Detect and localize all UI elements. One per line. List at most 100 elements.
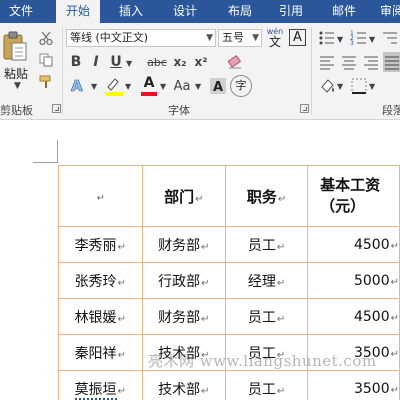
tab-home[interactable]: 开始 bbox=[56, 0, 100, 23]
paragraph-mark-icon: ↵ bbox=[277, 193, 287, 205]
table-cell[interactable]: 技术部↵ bbox=[141, 370, 227, 400]
text-effects-icon[interactable]: A bbox=[68, 76, 90, 96]
table-cell[interactable]: 4500↵ bbox=[307, 298, 400, 335]
employee-name: 张秀玲 bbox=[74, 273, 117, 290]
superscript-button[interactable]: x² bbox=[192, 53, 210, 71]
site-watermark: 亮术网 www.liangshunet.com bbox=[148, 352, 377, 370]
align-left-icon[interactable] bbox=[318, 53, 336, 71]
highlight-color-icon[interactable] bbox=[103, 75, 125, 97]
italic-button[interactable]: I bbox=[88, 53, 104, 71]
clipboard-group-label: 剪贴板 bbox=[0, 104, 33, 117]
shading-icon[interactable] bbox=[318, 77, 336, 95]
change-case-button[interactable]: Aa bbox=[171, 77, 193, 95]
tab-file[interactable]: 文件 bbox=[0, 0, 42, 23]
paragraph-mark-icon: ↵ bbox=[276, 313, 286, 325]
paragraph-mark-icon: ↵ bbox=[276, 241, 286, 253]
font-size-combo[interactable]: 五号 ▼ bbox=[218, 29, 262, 47]
paragraph-mark-icon: ↵ bbox=[390, 348, 399, 360]
align-center-icon[interactable] bbox=[340, 53, 358, 71]
cut-icon[interactable] bbox=[36, 29, 56, 47]
employee-name: 莫振垣 bbox=[74, 381, 117, 400]
department: 财务部 bbox=[158, 237, 201, 254]
multilevel-list-icon[interactable] bbox=[381, 29, 399, 47]
document-page[interactable]: ↵ 部门↵ 职务↵ 基本工资 （元） 李秀丽↵ 财务部↵ 员工↵ 4500↵ 张… bbox=[0, 120, 400, 400]
table-cell[interactable]: 秦阳祥↵ bbox=[58, 334, 143, 371]
borders-icon[interactable] bbox=[350, 77, 368, 95]
table-cell[interactable]: 财务部↵ bbox=[141, 298, 227, 335]
font-launcher-icon[interactable] bbox=[300, 104, 309, 113]
table-cell[interactable]: 4500↵ bbox=[307, 226, 400, 263]
table-cell[interactable]: 员工↵ bbox=[225, 298, 309, 335]
tab-insert[interactable]: 插入 bbox=[109, 0, 153, 23]
chevron-down-icon[interactable]: ▼ bbox=[369, 35, 375, 44]
department: 财务部 bbox=[158, 309, 201, 326]
subscript-button[interactable]: x₂ bbox=[171, 53, 189, 71]
paste-label[interactable]: 粘贴 bbox=[4, 65, 28, 82]
font-color-letter: A bbox=[143, 75, 155, 91]
tab-mailings[interactable]: 邮件 bbox=[322, 0, 366, 23]
salary: 4500 bbox=[353, 308, 390, 325]
table-header-cell[interactable]: 职务↵ bbox=[225, 165, 309, 227]
clipboard-launcher-icon[interactable] bbox=[52, 104, 61, 113]
table-cell[interactable]: 3500↵ bbox=[307, 370, 400, 400]
paste-button[interactable] bbox=[2, 29, 28, 63]
paste-icon bbox=[3, 31, 27, 61]
chevron-down-icon[interactable]: ▼ bbox=[195, 82, 201, 91]
paragraph-mark-icon: ↵ bbox=[201, 313, 210, 325]
table-cell[interactable]: 莫振垣↵ bbox=[58, 370, 143, 400]
clear-formatting-icon[interactable] bbox=[226, 53, 244, 71]
table-header-cell[interactable]: 基本工资 （元） bbox=[307, 165, 400, 227]
phonetic-guide-button[interactable]: wén 文 bbox=[265, 27, 285, 49]
tab-review[interactable]: 审阅 bbox=[380, 0, 400, 23]
font-name-combo[interactable]: 等线 (中文正文) ▼ bbox=[66, 29, 216, 47]
bold-button[interactable]: B bbox=[68, 53, 84, 71]
table-cell[interactable]: 员工↵ bbox=[225, 226, 309, 263]
paragraph-mark-icon: ↵ bbox=[117, 241, 126, 253]
paragraph-mark-icon: ↵ bbox=[117, 385, 126, 397]
table-cell[interactable]: 张秀玲↵ bbox=[58, 262, 143, 299]
character-shading-icon[interactable]: A bbox=[209, 77, 227, 95]
chevron-down-icon[interactable]: ▼ bbox=[126, 59, 132, 68]
font-name-value: 等线 (中文正文) bbox=[70, 31, 149, 44]
table-cell[interactable]: 行政部↵ bbox=[141, 262, 227, 299]
table-cell[interactable]: 员工↵ bbox=[225, 370, 309, 400]
svg-text:A: A bbox=[213, 80, 223, 95]
table-cell[interactable]: 李秀丽↵ bbox=[58, 226, 143, 263]
font-color-button[interactable]: A bbox=[139, 75, 159, 97]
group-divider bbox=[311, 27, 312, 115]
chevron-down-icon[interactable]: ▼ bbox=[337, 35, 343, 44]
justify-icon[interactable] bbox=[383, 52, 400, 72]
chevron-down-icon[interactable]: ▼ bbox=[160, 82, 166, 91]
bullets-icon[interactable] bbox=[318, 29, 336, 47]
paragraph-mark-icon: ↵ bbox=[201, 385, 210, 397]
character-border-button[interactable]: A bbox=[289, 29, 306, 46]
copy-icon[interactable] bbox=[36, 51, 56, 69]
align-right-icon[interactable] bbox=[362, 53, 380, 71]
tab-references[interactable]: 引用 bbox=[269, 0, 313, 23]
table-header-cell[interactable]: ↵ bbox=[58, 165, 143, 227]
department: 技术部 bbox=[158, 381, 201, 398]
chevron-down-icon[interactable]: ▼ bbox=[91, 82, 97, 91]
table-row: 莫振垣↵ 技术部↵ 员工↵ 3500↵ bbox=[58, 370, 400, 400]
chevron-down-icon[interactable]: ▼ bbox=[369, 82, 375, 91]
margin-crop-mark bbox=[33, 162, 58, 163]
strikethrough-button[interactable]: abc bbox=[146, 53, 168, 71]
table-cell[interactable]: 经理↵ bbox=[225, 262, 309, 299]
numbering-icon[interactable]: 123 bbox=[350, 29, 368, 47]
format-painter-icon[interactable] bbox=[36, 73, 56, 91]
table-row: 林银媛↵ 财务部↵ 员工↵ 4500↵ bbox=[58, 298, 400, 335]
paragraph-mark-icon: ↵ bbox=[117, 277, 126, 289]
table-cell[interactable]: 林银媛↵ bbox=[58, 298, 143, 335]
table-header-cell[interactable]: 部门↵ bbox=[141, 165, 227, 227]
salary: 3500 bbox=[353, 380, 390, 397]
table-cell[interactable]: 5000↵ bbox=[307, 262, 400, 299]
enclose-characters-icon[interactable]: 字 bbox=[230, 75, 252, 97]
chevron-down-icon[interactable]: ▼ bbox=[337, 82, 343, 91]
underline-button[interactable]: U bbox=[108, 53, 124, 71]
table-cell[interactable]: 财务部↵ bbox=[141, 226, 227, 263]
paragraph-mark-icon: ↵ bbox=[276, 385, 286, 397]
paste-dropdown-icon[interactable]: ▼ bbox=[14, 81, 21, 91]
tab-design[interactable]: 设计 bbox=[163, 0, 207, 23]
tab-layout[interactable]: 布局 bbox=[218, 0, 262, 23]
chevron-down-icon[interactable]: ▼ bbox=[125, 82, 131, 91]
